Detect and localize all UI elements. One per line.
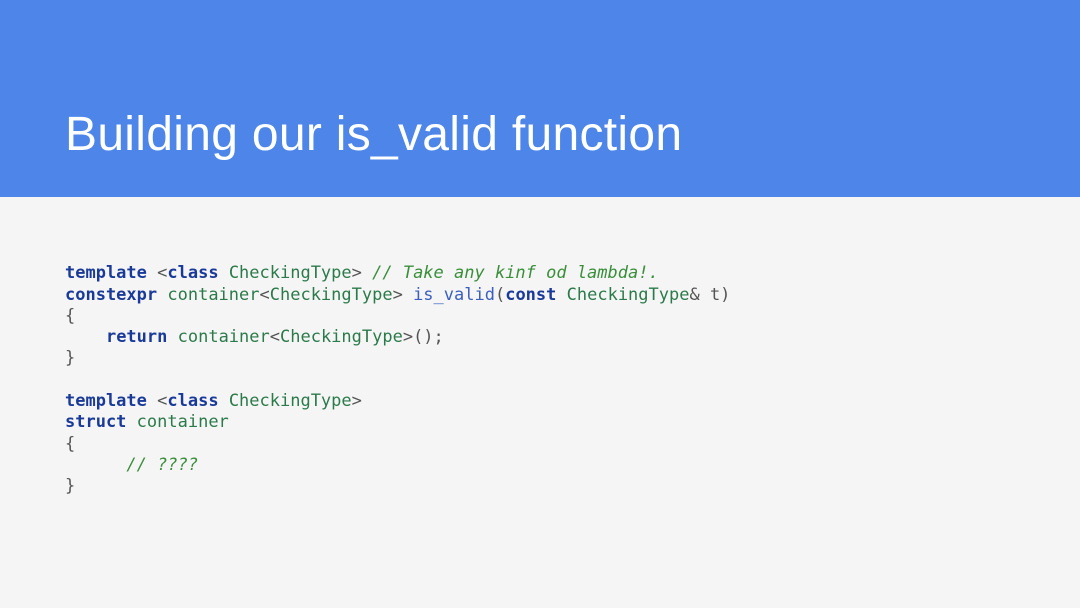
type-container: container bbox=[178, 327, 270, 347]
sp bbox=[556, 285, 566, 305]
code-block: template <class CheckingType> // Take an… bbox=[65, 242, 1015, 498]
comment: // Take any kinf od lambda!. bbox=[372, 263, 659, 283]
angle-gt: > bbox=[352, 263, 372, 283]
kw-class: class bbox=[167, 391, 218, 411]
code-line-7: template <class CheckingType> bbox=[65, 391, 362, 411]
angle-lt: < bbox=[270, 327, 280, 347]
sp bbox=[157, 285, 167, 305]
slide-body: template <class CheckingType> // Take an… bbox=[0, 197, 1080, 608]
code-line-5: } bbox=[65, 348, 75, 368]
angle-gt: >(); bbox=[403, 327, 444, 347]
kw-constexpr: constexpr bbox=[65, 285, 157, 305]
code-line-10: // ???? bbox=[65, 455, 198, 475]
brace: } bbox=[65, 348, 75, 368]
kw-return: return bbox=[106, 327, 167, 347]
type-name: CheckingType bbox=[270, 285, 393, 305]
angle-gt: > bbox=[393, 285, 413, 305]
brace: { bbox=[65, 434, 75, 454]
sp bbox=[219, 391, 229, 411]
sp bbox=[219, 263, 229, 283]
slide: Building our is_valid function template … bbox=[0, 0, 1080, 608]
page-title: Building our is_valid function bbox=[65, 107, 682, 162]
amp-t: & t) bbox=[689, 285, 730, 305]
brace: { bbox=[65, 306, 75, 326]
code-line-3: { bbox=[65, 306, 75, 326]
code-line-2: constexpr container<CheckingType> is_val… bbox=[65, 285, 730, 305]
indent bbox=[65, 455, 126, 475]
fn-name: is_valid bbox=[413, 285, 495, 305]
sp bbox=[126, 412, 136, 432]
code-line-1: template <class CheckingType> // Take an… bbox=[65, 263, 659, 283]
comment: // ???? bbox=[126, 455, 198, 475]
type-name: CheckingType bbox=[229, 263, 352, 283]
type-name: CheckingType bbox=[280, 327, 403, 347]
type-name: CheckingType bbox=[567, 285, 690, 305]
slide-header: Building our is_valid function bbox=[0, 0, 1080, 197]
brace: } bbox=[65, 476, 75, 496]
code-line-9: { bbox=[65, 434, 75, 454]
angle-gt: > bbox=[352, 391, 362, 411]
angle-lt: < bbox=[147, 263, 167, 283]
code-line-11: } bbox=[65, 476, 75, 496]
type-name: CheckingType bbox=[229, 391, 352, 411]
kw-struct: struct bbox=[65, 412, 126, 432]
kw-class: class bbox=[167, 263, 218, 283]
kw-template: template bbox=[65, 263, 147, 283]
indent bbox=[65, 327, 106, 347]
angle-lt: < bbox=[147, 391, 167, 411]
type-container: container bbox=[167, 285, 259, 305]
code-line-4: return container<CheckingType>(); bbox=[65, 327, 444, 347]
kw-const: const bbox=[505, 285, 556, 305]
type-container: container bbox=[137, 412, 229, 432]
code-line-8: struct container bbox=[65, 412, 229, 432]
sp bbox=[167, 327, 177, 347]
kw-template: template bbox=[65, 391, 147, 411]
angle-lt: < bbox=[260, 285, 270, 305]
lparen: ( bbox=[495, 285, 505, 305]
